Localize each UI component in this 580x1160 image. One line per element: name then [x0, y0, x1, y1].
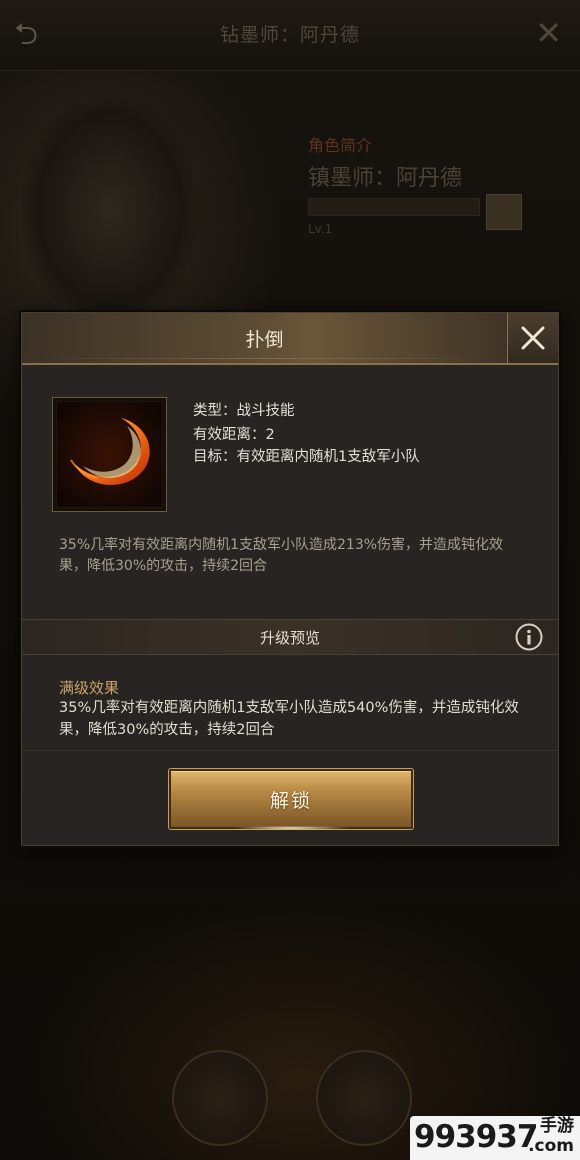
info-icon[interactable] [515, 623, 543, 655]
fire-slash-icon [57, 402, 162, 507]
unlock-button[interactable]: 解锁 [169, 769, 413, 830]
site-watermark: 993937 手游 .com [410, 1116, 580, 1160]
background-rank-icon [172, 1050, 268, 1146]
background-top-bar: ⮌ 钻墨师：阿丹德 ✕ [0, 0, 580, 71]
skill-type: 类型：战斗技能 [193, 403, 295, 419]
skill-target: 目标：有效距离内随机1支敌军小队 [193, 449, 420, 465]
divider [22, 750, 558, 751]
skill-description: 35%几率对有效距离内随机1支敌军小队造成213%伤害，并造成钝化效果，降低30… [59, 537, 504, 574]
background-card-icon [316, 1050, 412, 1146]
background-title: 钻墨师：阿丹德 [219, 24, 360, 46]
unlock-button-label: 解锁 [269, 790, 312, 812]
upgrade-preview-bar: 升级预览 [22, 619, 558, 655]
watermark-domain: .com [528, 1136, 574, 1156]
watermark-text: 手游 [540, 1116, 574, 1136]
skill-range: 有效距离：2 [193, 427, 275, 443]
character-portrait [10, 100, 210, 315]
max-level-effect: 35%几率对有效距离内随机1支敌军小队造成540%伤害，并造成钝化效果，降低30… [59, 700, 519, 738]
dialog-header: 扑倒 [22, 313, 507, 365]
background-close-icon: ✕ [535, 14, 562, 52]
skill-detail-dialog: 扑倒 类型：战斗技能 有效距离：2 目标：有效距离内随机1支敌军小队 35%几率… [21, 312, 559, 846]
background-upgrade-icon [486, 194, 522, 230]
background-level: Lv.1 [308, 222, 333, 236]
background-info-label: 角色简介 [308, 136, 373, 155]
watermark-number: 993937 [414, 1119, 538, 1155]
close-icon [521, 326, 545, 350]
background-character-name: 镇墨师：阿丹德 [308, 166, 463, 191]
close-button[interactable] [507, 313, 558, 365]
background-exp-bar [308, 198, 480, 216]
skill-icon-frame [52, 397, 167, 512]
upgrade-preview-title: 升级预览 [259, 629, 320, 647]
max-level-label: 满级效果 [59, 679, 120, 697]
dialog-title: 扑倒 [245, 329, 284, 351]
